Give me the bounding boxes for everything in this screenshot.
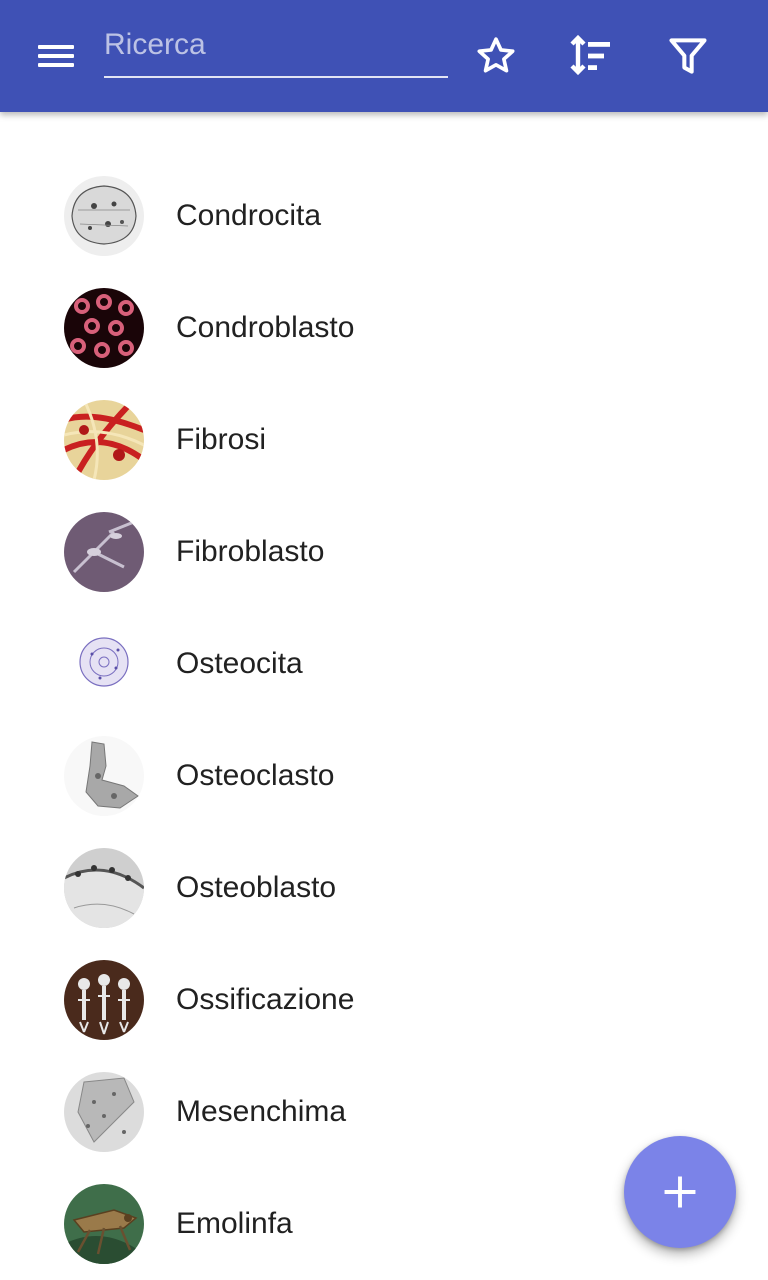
osteocita-thumbnail [64, 624, 144, 704]
list-item-label: Condrocita [176, 199, 322, 232]
fibroblasto-thumbnail [64, 512, 144, 592]
list-item-label: Ossificazione [176, 983, 355, 1016]
list-item-condroblasto[interactable]: Condroblasto [0, 272, 768, 384]
emolinfa-thumbnail [64, 1184, 144, 1264]
list-item-label: Emolinfa [176, 1207, 293, 1240]
osteoblasto-thumbnail [64, 848, 144, 928]
list-item-osteocita[interactable]: Osteocita [0, 608, 768, 720]
condroblasto-thumbnail [64, 288, 144, 368]
menu-icon-line [38, 63, 74, 67]
list-item-label: Osteoclasto [176, 759, 335, 792]
app-bar [0, 0, 768, 112]
list-item-condrocita[interactable]: Condrocita [0, 160, 768, 272]
list-item-label: Condroblasto [176, 311, 355, 344]
filter-button[interactable] [660, 28, 716, 84]
filter-icon [669, 38, 707, 74]
list-item-fibroblasto[interactable]: Fibroblasto [0, 496, 768, 608]
menu-icon-line [38, 54, 74, 58]
ossificazione-thumbnail [64, 960, 144, 1040]
fibrosi-thumbnail [64, 400, 144, 480]
list-item-osteoblasto[interactable]: Osteoblasto [0, 832, 768, 944]
plus-icon [664, 1176, 696, 1208]
list-item-label: Mesenchima [176, 1095, 347, 1128]
star-outline-icon [477, 37, 515, 73]
osteoclasto-thumbnail [64, 736, 144, 816]
list-item-label: Osteoblasto [176, 871, 337, 904]
menu-button[interactable] [24, 32, 88, 80]
cell-list: Condrocita Condroblasto Fibrosi Fibrobla… [0, 160, 768, 1280]
list-item-label: Osteocita [176, 647, 303, 680]
search-input[interactable] [104, 22, 448, 78]
list-item-label: Fibroblasto [176, 535, 325, 568]
search-field [104, 22, 448, 82]
condrocita-thumbnail [64, 176, 144, 256]
mesenchima-thumbnail [64, 1072, 144, 1152]
list-item-osteoclasto[interactable]: Osteoclasto [0, 720, 768, 832]
sort-icon [570, 34, 610, 76]
sort-button[interactable] [564, 28, 620, 84]
favorites-button[interactable] [468, 28, 524, 84]
add-button[interactable] [624, 1136, 736, 1248]
list-item-fibrosi[interactable]: Fibrosi [0, 384, 768, 496]
list-item-ossificazione[interactable]: Ossificazione [0, 944, 768, 1056]
list-item-label: Fibrosi [176, 423, 267, 456]
menu-icon [38, 45, 74, 49]
